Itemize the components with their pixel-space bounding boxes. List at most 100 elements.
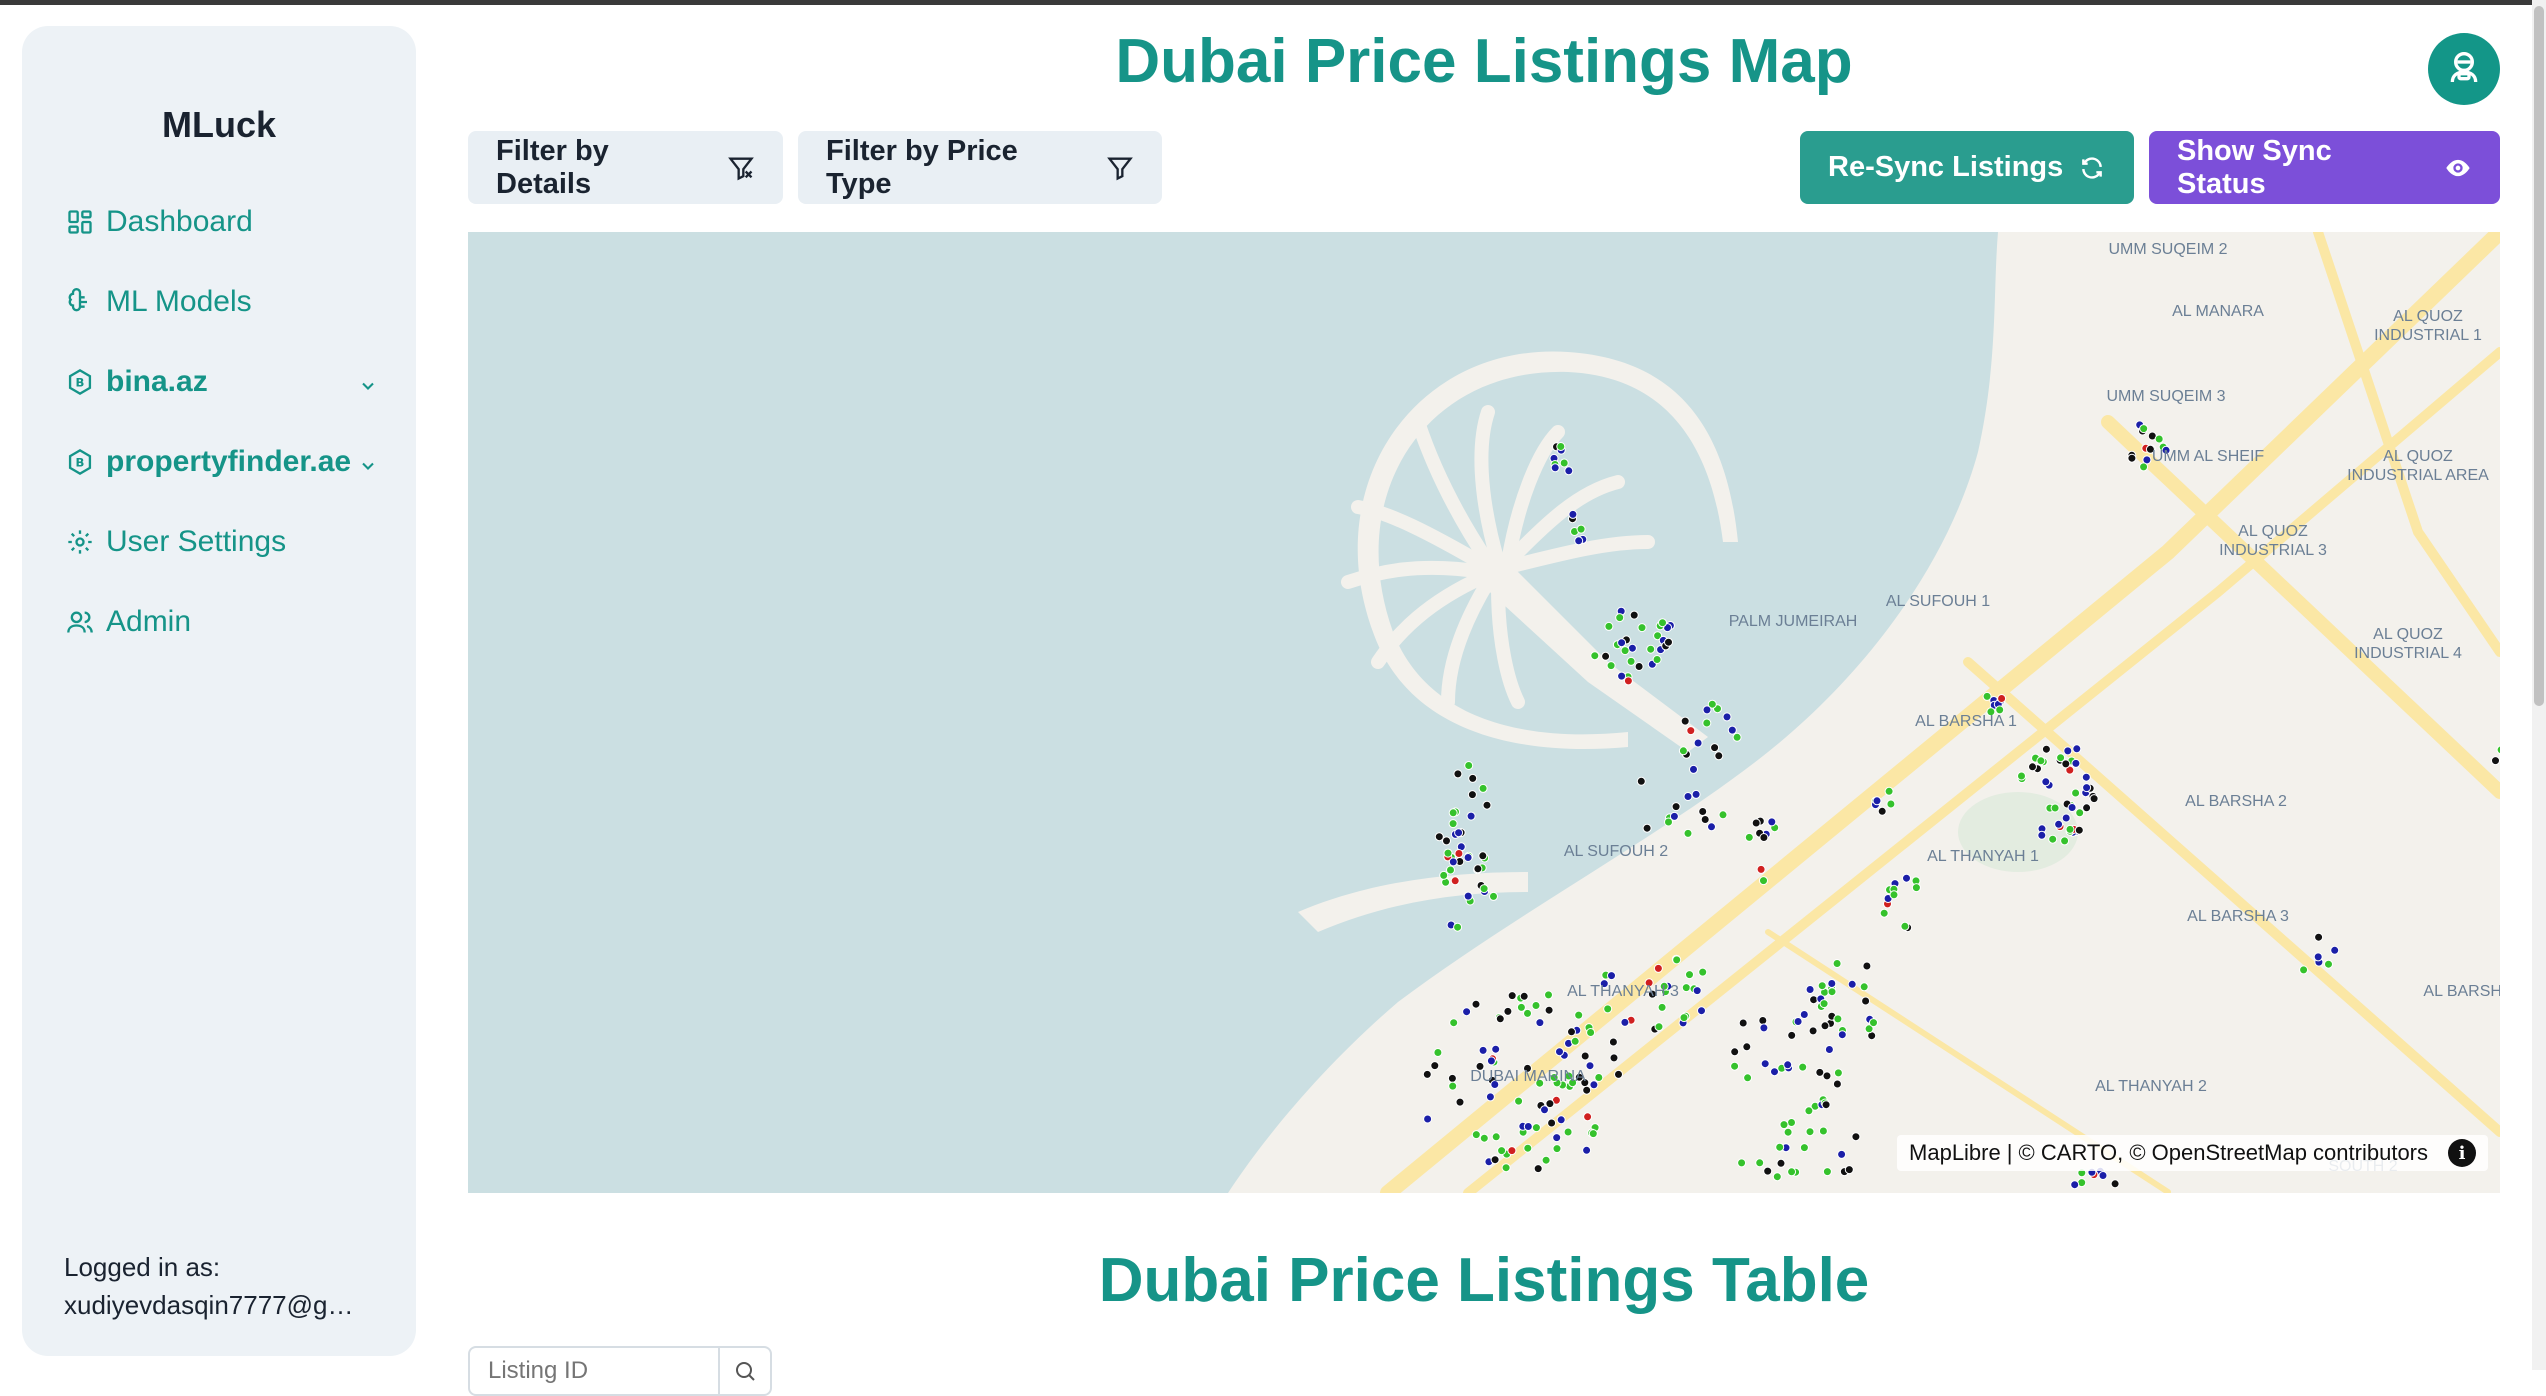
listing-marker[interactable]	[2062, 814, 2070, 822]
sidebar-item-bina-az[interactable]: B bina.az	[64, 352, 394, 412]
listing-marker[interactable]	[2111, 1180, 2119, 1188]
listing-marker[interactable]	[1647, 645, 1655, 653]
listing-marker[interactable]	[2331, 946, 2339, 954]
listing-marker[interactable]	[1609, 1038, 1617, 1046]
listing-marker[interactable]	[1492, 1045, 1500, 1053]
listing-marker[interactable]	[1604, 1005, 1612, 1013]
listing-marker[interactable]	[1848, 980, 1856, 988]
listing-marker[interactable]	[1760, 1024, 1768, 1032]
listing-marker[interactable]	[1479, 1046, 1487, 1054]
listing-marker[interactable]	[1520, 992, 1528, 1000]
listing-marker[interactable]	[1575, 537, 1583, 545]
listing-marker[interactable]	[1880, 909, 1888, 917]
listing-marker[interactable]	[1679, 747, 1687, 755]
listing-marker[interactable]	[1524, 1123, 1532, 1131]
listing-marker[interactable]	[1682, 984, 1690, 992]
listing-marker[interactable]	[1615, 1070, 1623, 1078]
info-icon[interactable]: i	[2448, 1139, 2476, 1167]
listing-marker[interactable]	[1731, 1048, 1739, 1056]
listing-marker[interactable]	[1568, 1028, 1576, 1036]
listing-marker[interactable]	[1703, 719, 1711, 727]
listing-marker[interactable]	[2090, 795, 2098, 803]
listing-marker[interactable]	[1863, 962, 1871, 970]
listing-marker[interactable]	[1464, 854, 1472, 862]
listing-marker[interactable]	[1822, 1101, 1830, 1109]
listing-marker[interactable]	[1447, 866, 1455, 874]
listing-marker[interactable]	[1469, 774, 1477, 782]
listing-marker[interactable]	[2038, 831, 2046, 839]
listing-marker[interactable]	[1456, 1098, 1464, 1106]
listing-marker[interactable]	[1659, 619, 1667, 627]
listing-marker[interactable]	[1621, 1018, 1629, 1026]
listing-marker[interactable]	[1819, 1127, 1827, 1135]
listing-marker[interactable]	[1557, 443, 1565, 451]
listing-marker[interactable]	[1565, 467, 1573, 475]
listing-marker[interactable]	[2051, 804, 2059, 812]
listing-marker[interactable]	[1833, 1080, 1841, 1088]
listing-marker[interactable]	[1517, 1003, 1525, 1011]
listing-marker[interactable]	[1777, 1159, 1785, 1167]
listing-marker[interactable]	[1788, 1168, 1796, 1176]
listing-marker[interactable]	[1577, 525, 1585, 533]
sidebar-item-user-settings[interactable]: User Settings	[64, 512, 394, 572]
listing-marker[interactable]	[1464, 892, 1472, 900]
scrollbar-thumb[interactable]	[2534, 6, 2544, 706]
listing-marker[interactable]	[2037, 757, 2045, 765]
listing-marker[interactable]	[1681, 717, 1689, 725]
listing-marker[interactable]	[1912, 884, 1920, 892]
listing-marker[interactable]	[1616, 614, 1624, 622]
listing-marker[interactable]	[1480, 885, 1488, 893]
listing-marker[interactable]	[1590, 1081, 1598, 1089]
listing-marker[interactable]	[1618, 672, 1626, 680]
listing-marker[interactable]	[1584, 1113, 1592, 1121]
sidebar-item-propertyfinder[interactable]: B propertyfinder.ae	[64, 432, 394, 492]
listing-marker[interactable]	[1788, 1119, 1796, 1127]
listing-marker[interactable]	[1524, 1009, 1532, 1017]
listing-marker[interactable]	[1684, 793, 1692, 801]
listing-marker[interactable]	[1761, 1060, 1769, 1068]
listing-marker[interactable]	[1545, 991, 1553, 999]
listing-marker[interactable]	[1719, 811, 1727, 819]
listing-marker[interactable]	[1451, 877, 1459, 885]
resync-listings-button[interactable]: Re-Sync Listings	[1800, 131, 2134, 204]
listing-marker[interactable]	[1870, 1019, 1878, 1027]
listings-map[interactable]: UMM SUQEIM 2AL MANARAAL QUOZINDUSTRIAL 1…	[468, 232, 2500, 1193]
listing-marker[interactable]	[1823, 1168, 1831, 1176]
listing-marker[interactable]	[1903, 874, 1911, 882]
user-avatar-button[interactable]	[2428, 33, 2500, 105]
listing-marker[interactable]	[1901, 922, 1909, 930]
listing-marker[interactable]	[1805, 1107, 1813, 1115]
listing-marker[interactable]	[2066, 825, 2074, 833]
listing-marker[interactable]	[1794, 1018, 1802, 1026]
listing-marker[interactable]	[1686, 971, 1694, 979]
listing-marker[interactable]	[1496, 1015, 1504, 1023]
listing-marker[interactable]	[1498, 1147, 1506, 1155]
listing-id-search[interactable]	[468, 1346, 772, 1396]
listing-marker[interactable]	[1575, 1011, 1583, 1019]
listing-marker[interactable]	[1684, 829, 1692, 837]
listing-marker[interactable]	[1773, 1173, 1781, 1181]
listing-marker[interactable]	[1788, 1031, 1796, 1039]
listing-marker[interactable]	[1595, 1074, 1603, 1082]
listing-marker[interactable]	[1800, 1011, 1808, 1019]
listing-marker[interactable]	[1605, 622, 1613, 630]
listing-marker[interactable]	[1806, 986, 1814, 994]
listing-marker[interactable]	[1852, 1133, 1860, 1141]
listing-marker[interactable]	[1764, 1167, 1772, 1175]
listing-marker[interactable]	[1715, 752, 1723, 760]
listing-marker[interactable]	[1635, 663, 1643, 671]
listing-marker[interactable]	[1551, 464, 1559, 472]
listing-marker[interactable]	[1784, 1128, 1792, 1136]
listing-marker[interactable]	[1490, 892, 1498, 900]
listing-marker[interactable]	[1449, 809, 1457, 817]
listing-marker[interactable]	[1454, 770, 1462, 778]
listing-marker[interactable]	[2064, 747, 2072, 755]
listing-marker[interactable]	[1699, 968, 1707, 976]
listing-marker[interactable]	[1780, 1121, 1788, 1129]
listing-marker[interactable]	[2042, 778, 2050, 786]
listing-marker[interactable]	[1448, 1074, 1456, 1082]
listing-marker[interactable]	[1450, 1019, 1458, 1027]
map-canvas[interactable]	[468, 232, 2500, 1193]
listing-marker[interactable]	[1474, 865, 1482, 873]
listing-marker[interactable]	[1515, 1097, 1523, 1105]
